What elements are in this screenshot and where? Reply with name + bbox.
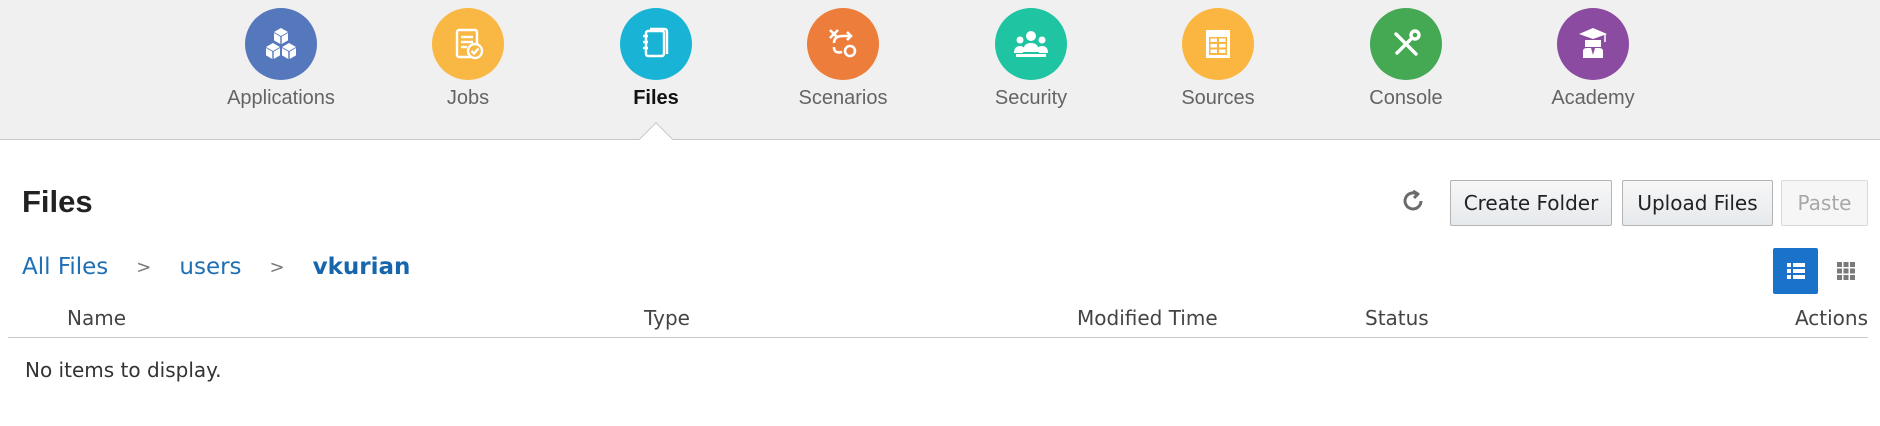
nav-label: Security — [994, 87, 1068, 109]
nav-item-academy[interactable]: Academy — [1518, 8, 1668, 120]
graduate-icon — [1557, 8, 1629, 80]
nav-label: Files — [633, 87, 679, 109]
files-icon — [620, 8, 692, 80]
upload-files-button[interactable]: Upload Files — [1622, 180, 1773, 226]
breadcrumb-current: vkurian — [312, 254, 411, 280]
nav-item-scenarios[interactable]: Scenarios — [768, 8, 918, 120]
cubes-icon — [245, 8, 317, 80]
nav-label: Applications — [227, 87, 335, 109]
top-navigation: Applications Jobs Files Scenarios Securi… — [0, 0, 1880, 140]
nav-item-files[interactable]: Files — [581, 8, 731, 120]
scenario-path-icon — [807, 8, 879, 80]
refresh-icon[interactable] — [1398, 186, 1428, 216]
list-view-icon[interactable] — [1773, 248, 1818, 294]
nav-item-applications[interactable]: Applications — [206, 8, 356, 120]
breadcrumb-all-files[interactable]: All Files — [22, 254, 108, 280]
clipboard-check-icon — [432, 8, 504, 80]
nav-label: Scenarios — [798, 87, 888, 109]
users-group-icon — [995, 8, 1067, 80]
breadcrumb: All Files > users > vkurian — [22, 250, 410, 284]
column-header-type[interactable]: Type — [644, 306, 690, 330]
tools-icon — [1370, 8, 1442, 80]
breadcrumb-users[interactable]: users — [179, 254, 241, 280]
table-sheet-icon — [1182, 8, 1254, 80]
grid-view-icon[interactable] — [1823, 248, 1868, 294]
nav-item-console[interactable]: Console — [1331, 8, 1481, 120]
nav-label: Console — [1369, 87, 1443, 109]
nav-item-jobs[interactable]: Jobs — [393, 8, 543, 120]
create-folder-button[interactable]: Create Folder — [1450, 180, 1612, 226]
page-title: Files — [22, 184, 93, 219]
nav-label: Sources — [1181, 87, 1255, 109]
nav-label: Academy — [1551, 87, 1635, 109]
breadcrumb-separator: > — [136, 256, 152, 278]
nav-label: Jobs — [446, 87, 490, 109]
column-header-modified-time[interactable]: Modified Time — [1077, 306, 1218, 330]
column-header-actions: Actions — [1794, 306, 1868, 330]
table-header: Name Type Modified Time Status Actions — [8, 300, 1868, 338]
nav-item-security[interactable]: Security — [956, 8, 1106, 120]
paste-button[interactable]: Paste — [1781, 180, 1868, 226]
column-header-name[interactable]: Name — [67, 306, 126, 330]
breadcrumb-separator: > — [269, 256, 285, 278]
column-header-status[interactable]: Status — [1365, 306, 1429, 330]
empty-table-message: No items to display. — [25, 358, 222, 382]
nav-item-sources[interactable]: Sources — [1143, 8, 1293, 120]
